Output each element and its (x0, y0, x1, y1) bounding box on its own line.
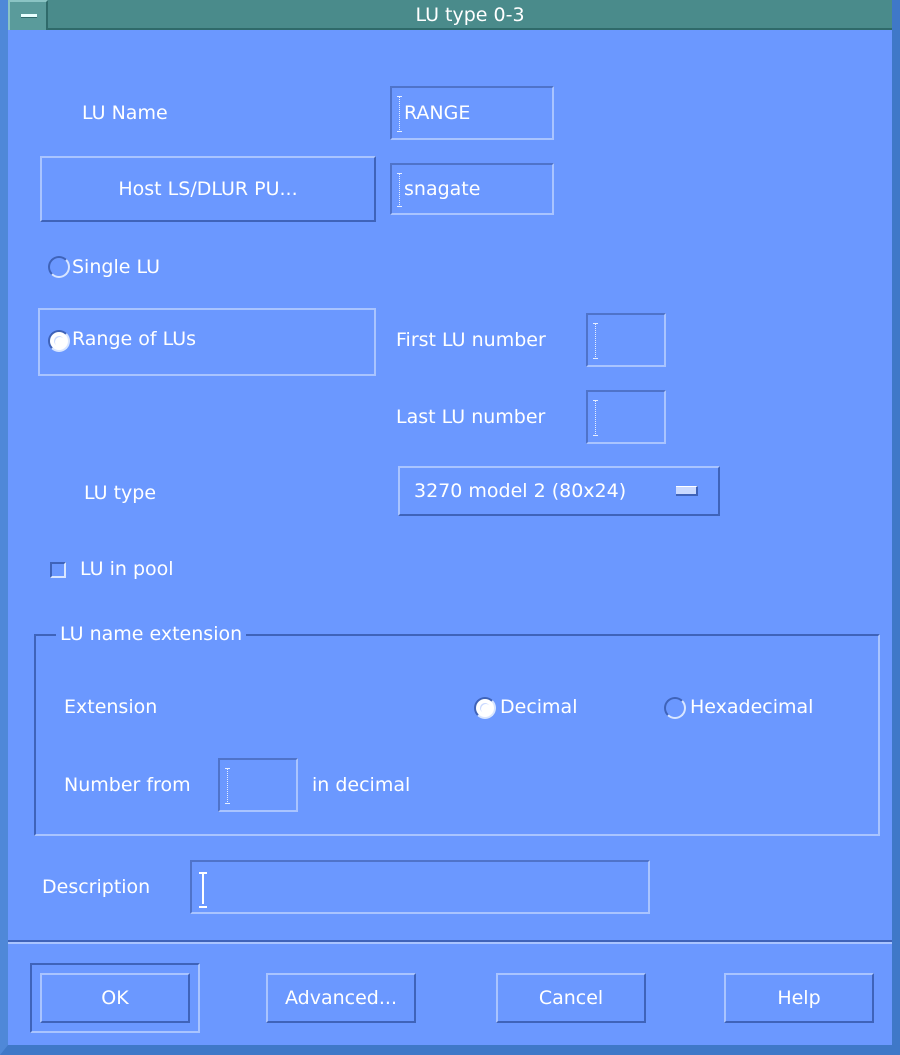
ok-button[interactable]: OK (40, 973, 190, 1023)
number-from-field[interactable] (218, 758, 298, 812)
text-cursor-icon (225, 768, 231, 804)
decimal-label: Decimal (500, 696, 578, 718)
number-from-label: Number from (64, 774, 191, 796)
text-cursor-icon (397, 96, 403, 132)
lu-type-label: LU type (84, 482, 157, 504)
option-menu-indicator-icon (676, 486, 698, 496)
lu-in-pool-label: LU in pool (80, 558, 174, 580)
host-value: snagate (404, 178, 481, 200)
lu-type-option-menu[interactable]: 3270 model 2 (80x24) (398, 466, 720, 516)
cancel-button[interactable]: Cancel (496, 973, 646, 1023)
hexadecimal-radio[interactable] (664, 697, 686, 719)
single-lu-label: Single LU (72, 256, 160, 278)
button-area-separator (8, 940, 892, 944)
text-cursor-icon (397, 173, 403, 207)
title-bar[interactable]: LU type 0-3 (8, 0, 892, 30)
lu-in-pool-checkbox[interactable] (50, 562, 66, 578)
text-cursor-icon (199, 872, 207, 908)
range-of-lus-radio[interactable] (48, 330, 70, 352)
hexadecimal-label: Hexadecimal (690, 696, 814, 718)
decimal-radio[interactable] (474, 697, 496, 719)
range-of-lus-label: Range of LUs (72, 328, 197, 350)
lu-name-extension-title: LU name extension (56, 622, 247, 646)
advanced-button[interactable]: Advanced... (266, 973, 416, 1023)
text-cursor-icon (593, 400, 599, 436)
lu-name-extension-group (34, 634, 880, 836)
extension-label: Extension (64, 696, 158, 718)
first-lu-number-label: First LU number (396, 329, 546, 351)
help-button[interactable]: Help (724, 973, 874, 1023)
description-field[interactable] (190, 860, 650, 914)
window-title: LU type 0-3 (415, 4, 525, 26)
window-menu-button[interactable] (8, 0, 48, 30)
first-lu-number-field[interactable] (586, 313, 666, 367)
host-field[interactable]: snagate (390, 163, 554, 215)
last-lu-number-field[interactable] (586, 390, 666, 444)
lu-name-field[interactable]: RANGE (390, 86, 554, 140)
lu-name-value: RANGE (404, 102, 471, 124)
in-decimal-label: in decimal (312, 774, 411, 796)
lu-name-label: LU Name (82, 102, 168, 124)
last-lu-number-label: Last LU number (396, 406, 546, 428)
lu-type-dialog: LU type 0-3 LU Name RANGE Host LS/DLUR P… (0, 0, 900, 1055)
window-menu-icon (21, 14, 37, 18)
text-cursor-icon (593, 323, 599, 359)
lu-type-selected: 3270 model 2 (80x24) (414, 480, 627, 502)
single-lu-radio[interactable] (48, 256, 70, 278)
description-label: Description (42, 876, 151, 898)
host-ls-dlur-pu-button[interactable]: Host LS/DLUR PU... (40, 156, 376, 222)
